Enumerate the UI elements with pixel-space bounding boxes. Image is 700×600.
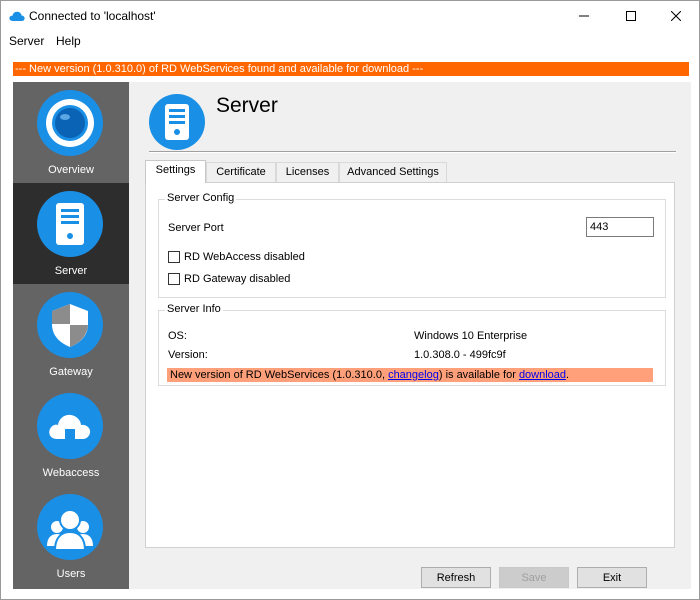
webaccess-disabled-label: RD WebAccess disabled <box>184 251 305 263</box>
version-label: Version: <box>168 349 208 361</box>
gateway-disabled-label: RD Gateway disabled <box>184 273 291 285</box>
save-button[interactable]: Save <box>499 567 569 588</box>
tab-licenses[interactable]: Licenses <box>276 162 339 182</box>
new-version-notice: New version of RD WebServices (1.0.310.0… <box>167 368 653 382</box>
maximize-icon <box>626 11 636 21</box>
server-icon <box>149 94 205 150</box>
server-port-label: Server Port <box>168 222 224 234</box>
cloud-app-icon <box>9 11 25 21</box>
app-window: Connected to 'localhost' Server Help ---… <box>0 0 700 600</box>
title-bar[interactable]: Connected to 'localhost' <box>1 1 699 31</box>
os-value: Windows 10 Enterprise <box>414 330 528 342</box>
sidebar-item-label: Webaccess <box>42 467 100 479</box>
maximize-button[interactable] <box>608 1 654 31</box>
server-port-input[interactable] <box>586 217 654 237</box>
cloud-icon <box>37 393 103 459</box>
notice-middle: ) is available for <box>438 369 519 381</box>
sidebar-item-label: Server <box>54 265 88 277</box>
version-value: 1.0.308.0 - 499fc9f <box>414 349 506 361</box>
shield-icon <box>37 292 103 358</box>
close-button[interactable] <box>653 1 699 31</box>
menu-help[interactable]: Help <box>56 34 81 48</box>
sidebar-item-users[interactable]: Users <box>13 486 129 587</box>
title-divider <box>149 151 676 153</box>
sidebar-item-label: Overview <box>48 164 94 176</box>
update-banner: --- New version (1.0.310.0) of RD WebSer… <box>13 62 689 76</box>
page-title: Server <box>216 94 278 117</box>
server-config-group: Server Config Server Port RD WebAccess d… <box>158 192 666 298</box>
changelog-link[interactable]: changelog <box>388 369 439 381</box>
minimize-icon <box>579 15 589 17</box>
tab-certificate[interactable]: Certificate <box>206 162 276 182</box>
server-info-group: Server Info OS: Windows 10 Enterprise Ve… <box>158 303 666 386</box>
sidebar: Overview Server Gateway Webaccess Users <box>13 82 129 589</box>
close-icon <box>671 11 681 21</box>
settings-panel: Server Config Server Port RD WebAccess d… <box>145 182 675 548</box>
webaccess-disabled-checkbox[interactable] <box>168 251 180 263</box>
group-title: Server Config <box>165 192 237 204</box>
sidebar-item-overview[interactable]: Overview <box>13 82 129 183</box>
webaccess-disabled-checkbox-row[interactable]: RD WebAccess disabled <box>168 251 305 263</box>
content-area: Server Settings Certificate Licenses Adv… <box>129 82 691 589</box>
users-icon <box>37 494 103 560</box>
sidebar-item-label: Gateway <box>49 366 93 378</box>
gateway-disabled-checkbox[interactable] <box>168 273 180 285</box>
server-icon <box>37 191 103 257</box>
tab-advanced-settings[interactable]: Advanced Settings <box>339 162 447 182</box>
menu-server[interactable]: Server <box>9 34 44 48</box>
notice-prefix: New version of RD WebServices (1.0.310.0… <box>170 369 389 381</box>
gateway-disabled-checkbox-row[interactable]: RD Gateway disabled <box>168 273 290 285</box>
minimize-button[interactable] <box>561 1 607 31</box>
os-label: OS: <box>168 330 187 342</box>
tab-settings[interactable]: Settings <box>145 160 206 183</box>
group-title: Server Info <box>165 303 223 315</box>
sidebar-item-gateway[interactable]: Gateway <box>13 284 129 385</box>
sidebar-item-webaccess[interactable]: Webaccess <box>13 385 129 486</box>
menu-bar: Server Help <box>1 31 699 51</box>
notice-suffix: . <box>566 369 570 381</box>
exit-button[interactable]: Exit <box>577 567 647 588</box>
download-link[interactable]: download <box>519 369 566 381</box>
sidebar-item-label: Users <box>56 568 86 580</box>
sidebar-item-server[interactable]: Server <box>13 183 129 284</box>
overview-icon <box>37 90 103 156</box>
refresh-button[interactable]: Refresh <box>421 567 491 588</box>
window-title: Connected to 'localhost' <box>29 9 156 23</box>
